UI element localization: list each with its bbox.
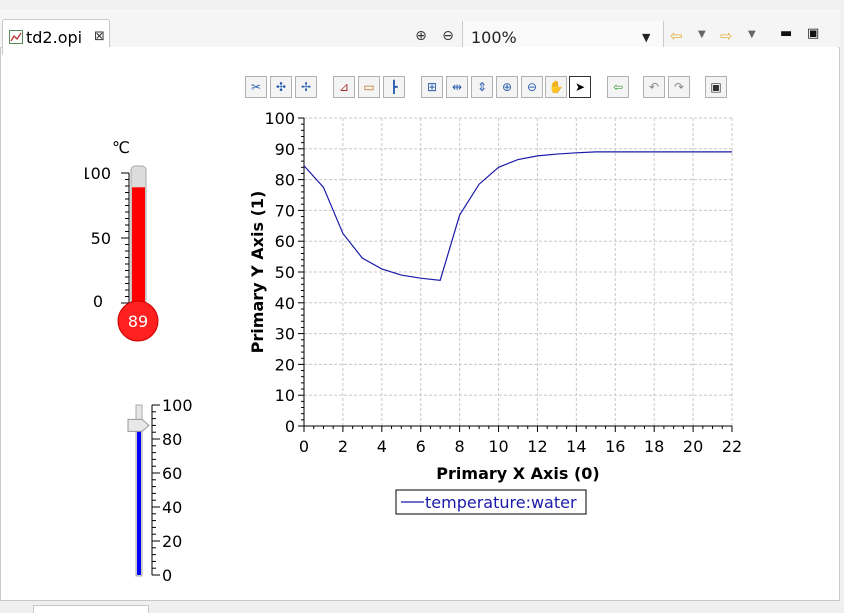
x-tick-label: 14 <box>566 437 586 456</box>
y-tick-label: 20 <box>275 355 295 374</box>
forward-arrow-icon[interactable]: ⇨ <box>720 27 733 45</box>
configure-icon[interactable]: ✂ <box>245 76 267 98</box>
y-axis-label: Primary Y Axis (1) <box>248 191 267 354</box>
x-tick-label: 10 <box>488 437 508 456</box>
thermometer-value: 89 <box>128 312 148 331</box>
y-tick-label: 40 <box>275 294 295 313</box>
thermometer-tick-label: 50 <box>91 229 111 248</box>
y-tick-label: 60 <box>275 232 295 251</box>
slider-tick-label: 60 <box>162 464 182 483</box>
slider-tick-label: 80 <box>162 430 182 449</box>
back-arrow-icon[interactable]: ⇦ <box>670 27 683 45</box>
thermometer-unit: ℃ <box>112 138 130 157</box>
x-tick-label: 20 <box>683 437 703 456</box>
horizontal-zoom-icon[interactable]: ⇹ <box>446 76 468 98</box>
zoom-in-icon[interactable]: ⊕ <box>412 27 430 45</box>
y-tick-label: 50 <box>275 263 295 282</box>
zoom-out-icon[interactable]: ⊖ <box>439 27 457 45</box>
zoom-level: 100% <box>471 28 517 47</box>
y-tick-label: 100 <box>264 109 295 128</box>
legend-label: temperature:water <box>425 493 577 512</box>
vertical-zoom-icon[interactable]: ⇕ <box>471 76 493 98</box>
show-legend-icon[interactable]: ⇦ <box>607 76 629 98</box>
x-tick-label: 18 <box>644 437 664 456</box>
slider-widget[interactable]: 100 80 60 40 20 0 <box>125 395 205 585</box>
y-tick-label: 0 <box>285 417 295 436</box>
axis-icon[interactable]: ┣ <box>383 76 405 98</box>
x-tick-label: 22 <box>722 437 742 456</box>
slider-ticks <box>151 404 160 576</box>
x-tick-label: 0 <box>299 437 309 456</box>
thermometer-widget: ℃ 100 50 0 89 <box>85 138 159 342</box>
y-tick-label: 80 <box>275 171 295 190</box>
y-tick-label: 70 <box>275 201 295 220</box>
y-tick-label: 10 <box>275 386 295 405</box>
add-annotation-icon[interactable]: ✣ <box>270 76 292 98</box>
x-tick-label: 4 <box>377 437 387 456</box>
stagger-icon[interactable]: ▭ <box>358 76 380 98</box>
y-tick-label: 30 <box>275 325 295 344</box>
y-axis-ticks: 0 10 20 30 40 50 60 70 80 90 100 <box>264 109 304 436</box>
forward-dropdown-icon[interactable]: ▼ <box>748 29 756 40</box>
remove-annotation-icon[interactable]: ✢ <box>295 76 317 98</box>
zoom-in-icon[interactable]: ⊕ <box>496 76 518 98</box>
y-tick-label: 90 <box>275 140 295 159</box>
back-dropdown-icon[interactable]: ▼ <box>698 29 706 40</box>
plot-area <box>304 118 732 426</box>
minimize-icon[interactable]: ▬ <box>780 26 792 41</box>
slider-thumb[interactable] <box>127 418 150 432</box>
dropdown-icon[interactable]: ▼ <box>642 31 650 44</box>
pointer-icon[interactable]: ➤ <box>569 76 591 98</box>
slider-tick-label: 0 <box>162 566 172 585</box>
x-axis-ticks: 0 2 4 6 8 10 12 14 16 18 20 22 <box>299 426 742 456</box>
bottom-panel-tab[interactable] <box>33 605 149 613</box>
xy-graph[interactable]: 0 10 20 30 40 50 60 70 80 90 100 0 2 4 6 8 10 12 14 16 18 20… <box>240 108 760 518</box>
opi-file-icon <box>9 30 23 44</box>
x-tick-label: 8 <box>455 437 465 456</box>
slider-fill <box>137 425 141 575</box>
editor-tabstrip: td2.opi ⊠ ⊕ ⊖ 100% ▼ ⇦ ▼ ⇨ ▼ ▬ ▣ <box>0 9 840 55</box>
x-tick-label: 16 <box>605 437 625 456</box>
autoscale-icon[interactable]: ⊿ <box>333 76 355 98</box>
redo-icon[interactable]: ↷ <box>668 76 690 98</box>
maximize-icon[interactable]: ▣ <box>807 26 819 41</box>
rubberband-zoom-icon[interactable]: ⊞ <box>421 76 443 98</box>
slider-tick-label: 100 <box>162 396 193 415</box>
thermometer-ticks <box>121 172 130 304</box>
thermometer-tick-label: 100 <box>85 164 111 183</box>
snapshot-icon[interactable]: ▣ <box>705 76 727 98</box>
x-tick-label: 12 <box>527 437 547 456</box>
x-tick-label: 2 <box>338 437 348 456</box>
slider-tick-label: 20 <box>162 532 182 551</box>
close-icon[interactable]: ⊠ <box>94 29 105 44</box>
tab-title: td2.opi <box>26 28 83 47</box>
undo-icon[interactable]: ↶ <box>643 76 665 98</box>
x-tick-label: 6 <box>416 437 426 456</box>
slider-tick-label: 40 <box>162 498 182 517</box>
x-axis-label: Primary X Axis (0) <box>436 464 599 483</box>
zoom-out-icon[interactable]: ⊖ <box>521 76 543 98</box>
panning-icon[interactable]: ✋ <box>545 76 567 98</box>
thermometer-tick-label: 0 <box>93 292 103 311</box>
